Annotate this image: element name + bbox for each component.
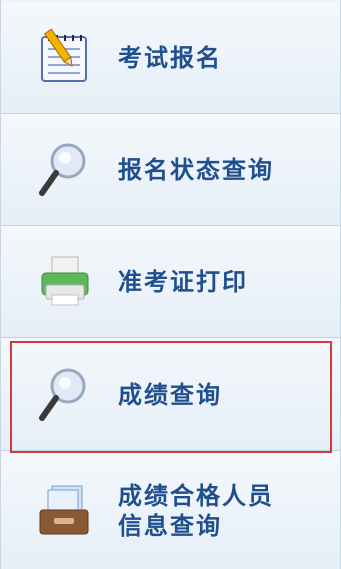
- menu-item-qualified-personnel-query[interactable]: 成绩合格人员 信息查询: [1, 452, 340, 569]
- menu-item-label: 报名状态查询: [118, 155, 274, 184]
- menu-item-registration-status-query[interactable]: 报名状态查询: [1, 114, 340, 226]
- magnifier-icon: [34, 139, 94, 201]
- menu-item-label-line-2: 信息查询: [118, 511, 222, 540]
- file-tray-icon: [34, 480, 94, 542]
- menu-item-score-query[interactable]: 成绩查询: [1, 339, 340, 451]
- service-menu: 考试报名 报名状态查询 准考证打印 成绩查询 成绩合格人员 信息查询: [0, 0, 341, 569]
- notepad-pencil-icon: [34, 27, 94, 89]
- menu-item-admission-ticket-print[interactable]: 准考证打印: [1, 226, 340, 338]
- menu-item-label: 成绩查询: [118, 380, 222, 409]
- menu-item-label-line-1: 成绩合格人员: [118, 481, 274, 510]
- printer-icon: [34, 251, 94, 313]
- menu-item-exam-registration[interactable]: 考试报名: [1, 2, 340, 114]
- magnifier-icon: [34, 364, 94, 426]
- menu-item-label: 准考证打印: [118, 267, 248, 296]
- menu-item-label: 考试报名: [118, 43, 222, 72]
- menu-item-label: 成绩合格人员 信息查询: [118, 481, 274, 541]
